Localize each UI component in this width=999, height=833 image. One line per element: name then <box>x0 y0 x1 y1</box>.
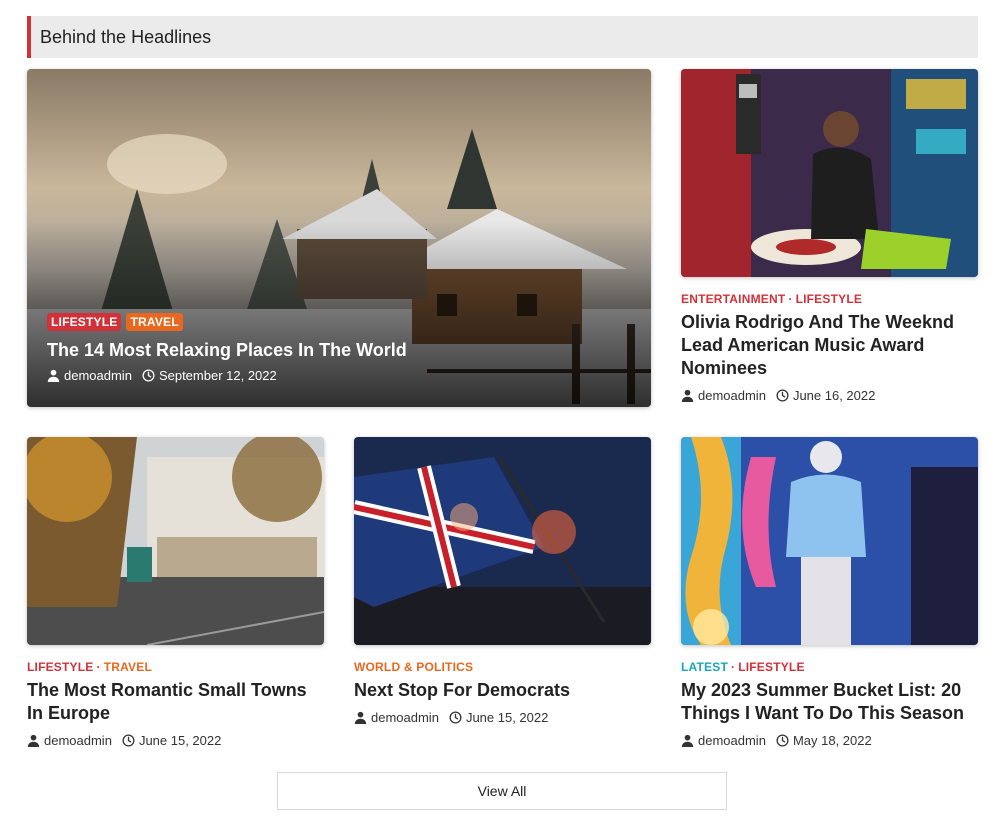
post-title[interactable]: My 2023 Summer Bucket List: 20 Things I … <box>681 679 978 725</box>
side-post-image[interactable] <box>681 69 978 277</box>
side-post-title[interactable]: Olivia Rodrigo And The Weeknd Lead Ameri… <box>681 311 978 380</box>
author-name[interactable]: demoadmin <box>698 733 766 748</box>
post-categories: WORLD & POLITICS <box>354 660 651 674</box>
clock-icon <box>449 711 462 724</box>
post-categories: LATEST · LIFESTYLE <box>681 660 805 674</box>
category-link-lifestyle[interactable]: LIFESTYLE <box>738 660 804 674</box>
side-post: ENTERTAINMENT · LIFESTYLE Olivia Rodrigo A… <box>681 292 978 403</box>
view-all-button[interactable]: View All <box>277 772 727 810</box>
post-card-bucket-list: LATEST · LIFESTYLE My 2023 Summer Bucket L… <box>681 660 978 748</box>
side-post-categories: ENTERTAINMENT · LIFESTYLE <box>681 292 863 306</box>
post-meta: demoadmin June 15, 2022 <box>27 733 324 748</box>
category-badge-travel[interactable]: TRAVEL <box>126 313 183 331</box>
post-title[interactable]: Next Stop For Democrats <box>354 679 651 702</box>
category-link-world-politics[interactable]: WORLD & POLITICS <box>354 660 473 674</box>
user-icon <box>27 734 40 747</box>
category-link-travel[interactable]: TRAVEL <box>104 660 152 674</box>
category-link-latest[interactable]: LATEST <box>681 660 728 674</box>
post-image-bucket-list[interactable] <box>681 437 978 645</box>
user-icon <box>354 711 367 724</box>
author-name[interactable]: demoadmin <box>371 710 439 725</box>
post-card-democrats: WORLD & POLITICS Next Stop For Democrats… <box>354 660 651 725</box>
category-link-lifestyle[interactable]: LIFESTYLE <box>27 660 93 674</box>
category-link-lifestyle[interactable]: LIFESTYLE <box>796 292 862 306</box>
post-meta: demoadmin May 18, 2022 <box>681 733 978 748</box>
section-title: Behind the Headlines <box>40 26 212 47</box>
clock-icon <box>122 734 135 747</box>
author-name[interactable]: demoadmin <box>698 388 766 403</box>
user-icon <box>681 389 694 402</box>
author-name[interactable]: demoadmin <box>64 368 132 383</box>
post-card-europe: LIFESTYLE · TRAVEL The Most Romantic Small… <box>27 660 324 748</box>
post-title[interactable]: The Most Romantic Small Towns In Europe <box>27 679 324 725</box>
category-link-entertainment[interactable]: ENTERTAINMENT <box>681 292 785 306</box>
post-image-democrats[interactable] <box>354 437 651 645</box>
section-header: Behind the Headlines <box>27 16 978 58</box>
post-date: June 15, 2022 <box>465 710 549 725</box>
clock-icon <box>776 734 789 747</box>
post-categories: LIFESTYLE · TRAVEL <box>27 660 152 674</box>
category-badge-lifestyle[interactable]: LIFESTYLE <box>47 313 122 331</box>
user-icon <box>47 369 60 382</box>
hero-title[interactable]: The 14 Most Relaxing Places In The World <box>47 339 631 361</box>
post-date: June 15, 2022 <box>138 733 222 748</box>
side-post-meta: demoadmin June 16, 2022 <box>681 388 978 403</box>
hero-overlay: LIFESTYLE TRAVEL The 14 Most Relaxing Pl… <box>47 313 631 383</box>
hero-meta: demoadmin September 12, 2022 <box>47 368 631 383</box>
post-meta: demoadmin June 15, 2022 <box>354 710 651 725</box>
clock-icon <box>776 389 789 402</box>
post-date: June 16, 2022 <box>792 388 876 403</box>
post-date: May 18, 2022 <box>792 733 872 748</box>
post-image-europe[interactable] <box>27 437 324 645</box>
post-date: September 12, 2022 <box>158 368 277 383</box>
clock-icon <box>142 369 155 382</box>
user-icon <box>681 734 694 747</box>
hero-categories: LIFESTYLE TRAVEL <box>47 313 631 331</box>
hero-post-card[interactable]: LIFESTYLE TRAVEL The 14 Most Relaxing Pl… <box>27 69 651 407</box>
author-name[interactable]: demoadmin <box>44 733 112 748</box>
view-all-label: View All <box>477 783 527 799</box>
